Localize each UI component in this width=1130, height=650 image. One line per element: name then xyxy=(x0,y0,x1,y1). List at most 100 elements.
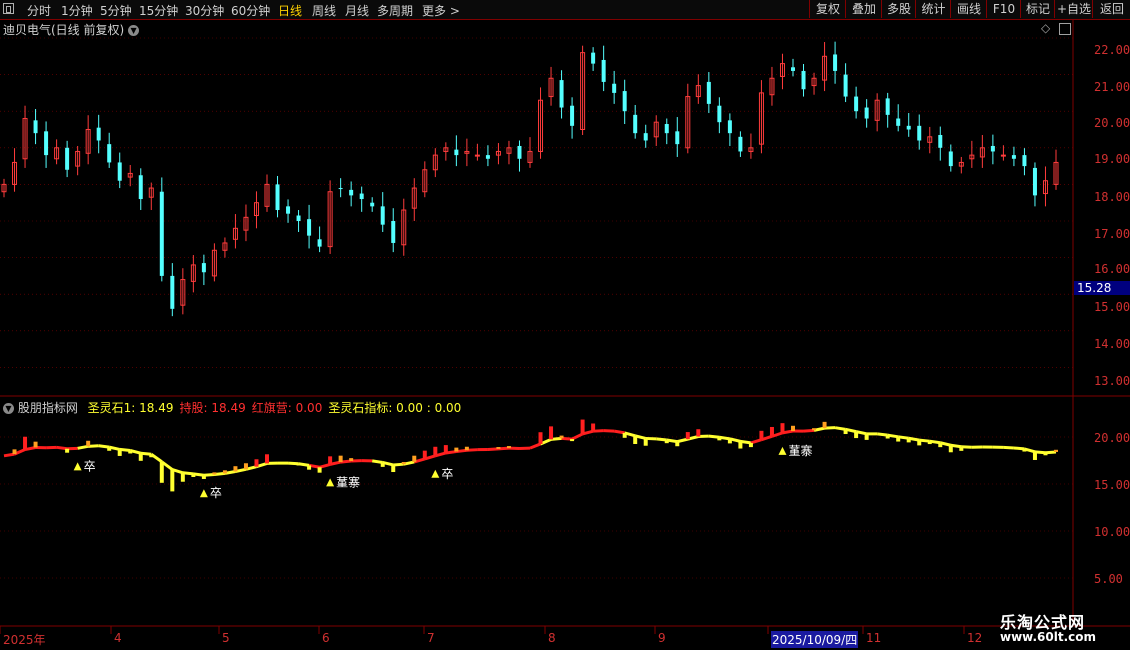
indicator-line-segment xyxy=(529,442,542,450)
indicator-bar xyxy=(191,473,196,477)
candle-body-down xyxy=(738,136,743,152)
indicator-bar xyxy=(212,472,217,475)
candle-body-down xyxy=(485,155,490,159)
indicator-bar xyxy=(23,436,28,450)
indicator-bar xyxy=(506,446,511,449)
candle-body-down xyxy=(896,118,901,126)
indicator-bar xyxy=(1043,452,1048,456)
candle-body-down xyxy=(854,96,859,112)
indicator-bar xyxy=(496,447,501,449)
indicator-line-segment xyxy=(393,462,404,467)
indicator-bar xyxy=(317,467,322,473)
indicator-bar xyxy=(580,419,585,434)
indicator-line-segment xyxy=(287,461,299,466)
candle-body-down xyxy=(286,206,291,214)
indicator-bar xyxy=(959,446,964,451)
indicator-bar xyxy=(1022,448,1027,452)
indicator-bar xyxy=(65,448,70,453)
signal-label: 卒 xyxy=(210,486,222,500)
candle-body-down xyxy=(454,149,459,156)
indicator-line-segment xyxy=(876,432,888,437)
indicator-bar xyxy=(117,449,122,456)
candle-body-down xyxy=(633,114,638,134)
indicator-bar xyxy=(591,423,596,432)
indicator-bar xyxy=(33,441,38,448)
candle-body-down xyxy=(117,162,122,181)
indicator-bar xyxy=(443,445,448,453)
indicator-bar xyxy=(664,439,669,444)
candle-body-down xyxy=(33,120,38,134)
indicator-bar xyxy=(717,437,722,441)
candle-body-up xyxy=(474,154,480,157)
indicator-line-segment xyxy=(319,462,331,469)
indicator-bar xyxy=(265,454,269,464)
indicator-bar xyxy=(412,455,417,462)
candle-body-down xyxy=(801,70,806,90)
indicator-line-segment xyxy=(98,444,110,449)
signal-triangle-icon xyxy=(73,462,82,471)
candle-body-down xyxy=(338,188,343,190)
indicator-bar xyxy=(896,436,901,442)
indicator-bar xyxy=(622,432,627,438)
indicator-bar xyxy=(696,429,701,437)
indicator-bar xyxy=(759,430,764,440)
indicator-bar xyxy=(138,453,143,461)
indicator-bar xyxy=(454,447,459,452)
indicator-bar xyxy=(917,440,922,446)
candle-body-down xyxy=(349,189,354,196)
candle-body-down xyxy=(791,67,795,71)
candle-body-down xyxy=(727,120,732,134)
candle-body-down xyxy=(664,124,669,134)
indicator-line-segment xyxy=(834,426,846,431)
candle-body-down xyxy=(601,59,606,82)
indicator-bar xyxy=(843,429,848,435)
indicator-line-segment xyxy=(56,445,68,451)
candle-body-down xyxy=(370,202,375,207)
signal-triangle-icon xyxy=(326,478,335,487)
candle-body-down xyxy=(906,125,911,130)
indicator-bar xyxy=(149,454,154,458)
indicator-line-segment xyxy=(1045,450,1057,455)
candle-body-down xyxy=(517,145,522,159)
indicator-bar xyxy=(433,446,438,456)
indicator-bar xyxy=(422,450,427,459)
candle-body-down xyxy=(570,105,575,126)
indicator-line-segment xyxy=(571,432,584,441)
indicator-line-segment xyxy=(676,437,689,444)
indicator-bar xyxy=(12,449,17,455)
candle-body-down xyxy=(170,275,175,309)
indicator-bar xyxy=(780,423,785,433)
candle-body-down xyxy=(948,151,953,167)
indicator-bar xyxy=(201,475,206,479)
indicator-line-segment xyxy=(1013,446,1025,451)
candle-body-down xyxy=(107,144,112,163)
candle-body-down xyxy=(307,219,312,236)
candle-body-down xyxy=(591,52,596,64)
candle-body-down xyxy=(65,147,70,170)
candle-body-down xyxy=(622,91,627,112)
signal-label: 蓳寨 xyxy=(788,443,812,458)
indicator-bar xyxy=(885,435,890,439)
indicator-bar xyxy=(643,438,648,446)
indicator-bar xyxy=(349,458,354,462)
indicator-bar xyxy=(738,441,743,449)
candle-body-down xyxy=(864,107,869,119)
indicator-bar xyxy=(559,435,564,439)
indicator-line-segment xyxy=(77,444,89,450)
candle-body-down xyxy=(44,131,49,156)
indicator-bar xyxy=(222,470,227,474)
indicator-line-segment xyxy=(1003,445,1014,450)
candle-body-down xyxy=(643,133,648,141)
chart-canvas[interactable]: 卒卒蓳寨卒蓳寨 xyxy=(0,0,1130,650)
indicator-bar xyxy=(685,432,690,440)
indicator-bar xyxy=(86,440,91,447)
candle-body-down xyxy=(717,105,722,123)
indicator-bar xyxy=(854,431,859,439)
indicator-bar xyxy=(727,438,732,444)
indicator-line-segment xyxy=(613,429,625,435)
indicator-bar xyxy=(570,439,575,442)
indicator-bar xyxy=(791,425,795,432)
signal-label: 卒 xyxy=(84,459,96,473)
candle-body-down xyxy=(675,131,680,145)
indicator-bar xyxy=(391,464,396,473)
